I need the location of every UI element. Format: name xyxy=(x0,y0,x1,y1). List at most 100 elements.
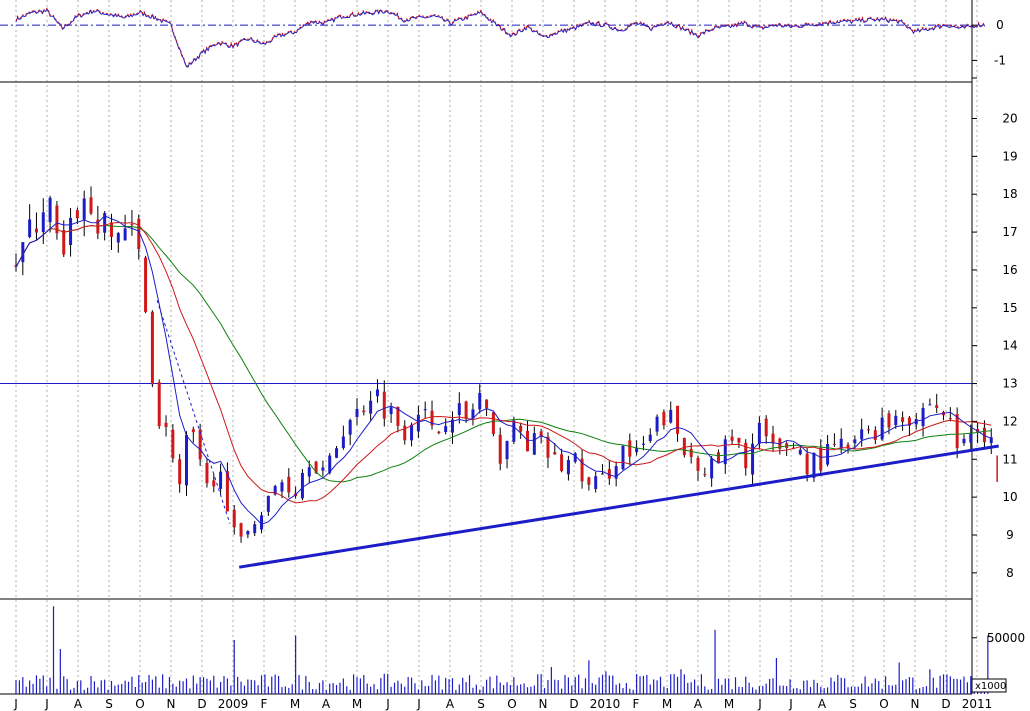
candle-body xyxy=(382,391,386,419)
month-label-24: J xyxy=(757,697,762,711)
month-label-21: M xyxy=(662,697,672,711)
candle-body xyxy=(75,210,79,219)
candle-body xyxy=(219,471,223,489)
candle-body xyxy=(82,198,86,220)
price-tick-label-10: 18 xyxy=(1002,187,1017,201)
candle-body xyxy=(375,389,379,397)
candle-body xyxy=(362,410,366,413)
month-label-9: M xyxy=(290,697,300,711)
candle-body xyxy=(116,233,120,243)
candle-body xyxy=(641,443,645,445)
candle-body xyxy=(444,426,448,433)
month-label-8: F xyxy=(261,697,268,711)
candle-body xyxy=(860,429,864,440)
month-label-26: A xyxy=(818,697,827,711)
candle-body xyxy=(253,524,257,534)
candle-body xyxy=(157,382,161,427)
candle-body xyxy=(648,434,652,442)
candle-body xyxy=(280,482,284,492)
candle-body xyxy=(710,458,714,479)
candle-body xyxy=(130,224,134,226)
price-tick-label-5: 13 xyxy=(1002,377,1017,391)
candle-body xyxy=(266,495,270,512)
candle-body xyxy=(560,454,564,472)
price-tick-label-3: 11 xyxy=(1002,452,1017,466)
month-label-27: S xyxy=(849,697,857,711)
osc-tick-label-1: -1 xyxy=(994,53,1006,67)
candle-body xyxy=(348,420,352,435)
candle-body xyxy=(287,476,291,493)
candle-body xyxy=(621,445,625,470)
candle-body xyxy=(239,523,243,537)
candle-body xyxy=(191,429,195,433)
candle-body xyxy=(689,448,693,457)
month-label-3: S xyxy=(105,697,113,711)
candle-body xyxy=(28,219,32,238)
candle-body xyxy=(478,392,482,410)
candle-body xyxy=(185,434,188,486)
candle-body xyxy=(587,477,591,485)
price-tick-label-1: 9 xyxy=(1006,528,1014,542)
osc-tick-label-0: 0 xyxy=(996,18,1004,32)
month-label-10: A xyxy=(322,697,331,711)
candle-body xyxy=(532,433,536,455)
candle-body xyxy=(928,404,932,406)
candle-body xyxy=(335,448,339,458)
candle-body xyxy=(437,431,441,434)
candle-body xyxy=(505,440,509,460)
candle-body xyxy=(764,418,768,437)
candle-body xyxy=(805,453,809,475)
month-label-0: J xyxy=(13,697,18,711)
candle-body xyxy=(553,452,557,455)
candle-body xyxy=(519,425,523,432)
candle-body xyxy=(853,439,857,444)
month-label-29: N xyxy=(911,697,920,711)
candle-body xyxy=(34,228,38,233)
price-tick-label-2: 10 xyxy=(1002,490,1017,504)
month-label-18: D xyxy=(569,697,578,711)
candle-body xyxy=(955,414,959,449)
candle-body xyxy=(212,480,216,487)
month-label-28: O xyxy=(879,697,888,711)
candle-body xyxy=(457,403,461,416)
stock-chart: 0 -1 8 9 10 11 12 13 14 15 16 17 18 19 20 50000 x1000… xyxy=(0,0,1030,711)
candle-body xyxy=(676,405,680,434)
candle-body xyxy=(246,531,250,535)
candle-body xyxy=(89,197,93,214)
month-label-4: O xyxy=(135,697,144,711)
candle-body xyxy=(171,429,175,459)
candle-body xyxy=(948,418,952,420)
candle-body xyxy=(498,434,502,464)
price-tick-label-6: 14 xyxy=(1002,339,1017,353)
vol-tick-label-0: 50000 xyxy=(987,631,1025,645)
candle-body xyxy=(164,422,168,428)
price-tick-label-8: 16 xyxy=(1002,263,1017,277)
month-label-14: A xyxy=(446,697,455,711)
candle-body xyxy=(178,459,182,485)
month-label-1: J xyxy=(44,697,49,711)
volume-unit-label: x1000 xyxy=(975,681,1006,692)
candle-body xyxy=(464,401,468,419)
candle-body xyxy=(969,432,973,443)
candle-body xyxy=(757,422,761,444)
price-tick-label-0: 8 xyxy=(1006,566,1014,580)
candle-body xyxy=(880,417,884,440)
candle-body xyxy=(716,452,720,464)
candle-body xyxy=(730,436,734,441)
candle-body xyxy=(389,407,393,415)
candle-body xyxy=(355,408,359,417)
candle-body xyxy=(491,412,495,435)
candle-body xyxy=(887,413,891,428)
candle-body xyxy=(682,437,686,456)
price-tick-label-7: 15 xyxy=(1002,301,1017,315)
candle-body xyxy=(307,467,311,477)
candle-body xyxy=(703,474,707,476)
month-label-16: O xyxy=(507,697,516,711)
price-tick-label-4: 12 xyxy=(1002,414,1017,428)
candle-body xyxy=(369,400,373,414)
candle-body xyxy=(921,407,925,426)
candle-body xyxy=(901,417,905,423)
candle-body xyxy=(410,424,414,441)
candle-body xyxy=(62,229,66,255)
candle-body xyxy=(526,430,529,452)
